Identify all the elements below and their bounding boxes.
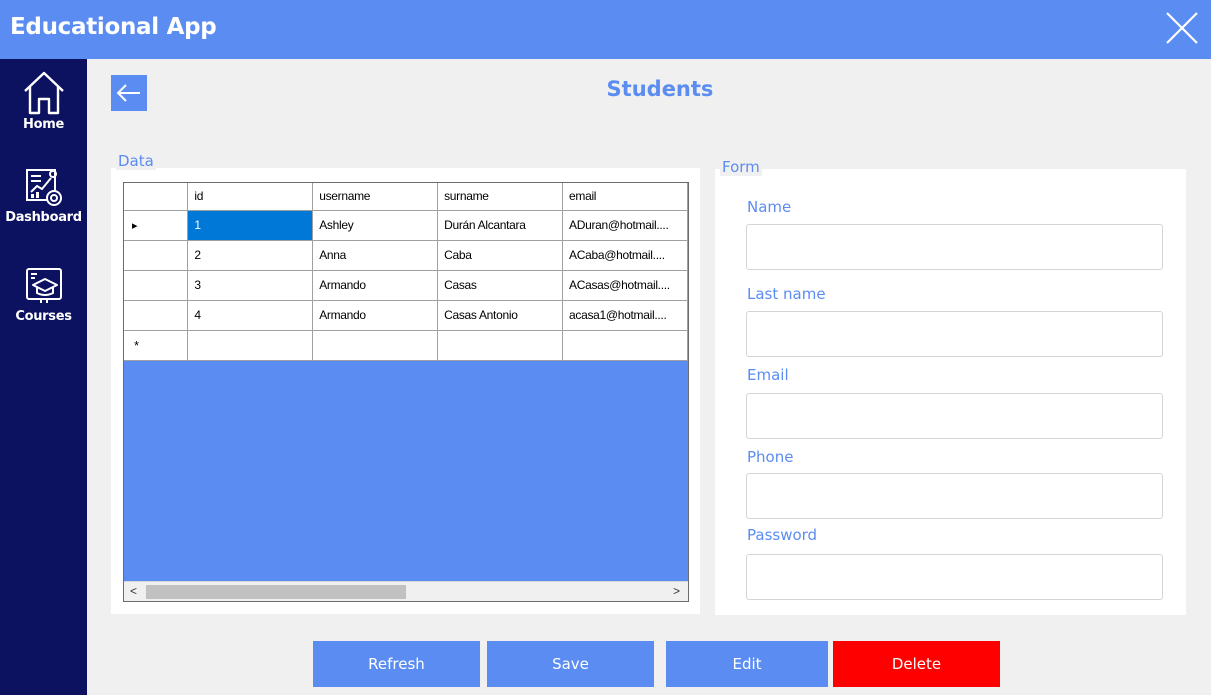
scrollbar-thumb[interactable] xyxy=(146,585,406,599)
close-icon xyxy=(1166,12,1198,44)
password-field[interactable] xyxy=(746,554,1163,600)
table-cell[interactable]: acasa1@hotmail.... xyxy=(562,300,688,331)
home-icon xyxy=(23,71,64,115)
table-cell[interactable]: 2 xyxy=(187,240,314,271)
table-cell[interactable] xyxy=(562,330,688,361)
table-cell[interactable]: Armando xyxy=(312,270,439,301)
table-cell[interactable] xyxy=(312,330,439,361)
table-row[interactable]: 4 Armando Casas Antonio acasa1@hotmail..… xyxy=(124,300,688,331)
password-label: Password xyxy=(747,526,818,544)
table-cell[interactable]: ADuran@hotmail.... xyxy=(562,210,688,241)
row-header-corner xyxy=(124,183,189,211)
app-title: Educational App xyxy=(10,14,217,40)
dashboard-icon xyxy=(25,169,62,206)
table-cell[interactable]: 1 xyxy=(187,210,314,241)
students-grid[interactable]: id username surname email ▸ 1 Ashley Dur… xyxy=(123,182,689,602)
column-header-username[interactable]: username xyxy=(312,183,439,211)
new-row[interactable]: * xyxy=(124,330,688,361)
table-cell[interactable]: Casas xyxy=(437,270,563,301)
save-button[interactable]: Save xyxy=(487,641,654,687)
row-header[interactable]: * xyxy=(124,330,189,361)
name-label: Name xyxy=(747,198,792,216)
column-header-surname[interactable]: surname xyxy=(437,183,563,211)
form-panel-legend: Form xyxy=(720,158,762,176)
table-cell[interactable] xyxy=(437,330,563,361)
sidebar-item-courses[interactable]: Courses xyxy=(0,263,87,324)
delete-button[interactable]: Delete xyxy=(833,641,1000,687)
sidebar-item-label: Courses xyxy=(15,309,72,324)
close-button[interactable] xyxy=(1162,8,1202,48)
table-cell[interactable]: Armando xyxy=(312,300,439,331)
scroll-right-icon[interactable]: > xyxy=(673,584,680,598)
table-row[interactable]: 2 Anna Caba ACaba@hotmail.... xyxy=(124,240,688,271)
title-bar: Educational App xyxy=(0,0,1211,59)
phone-label: Phone xyxy=(747,448,794,466)
data-panel-legend: Data xyxy=(116,152,156,170)
page-title: Students xyxy=(606,77,714,101)
current-row-icon: ▸ xyxy=(132,220,138,232)
table-cell[interactable]: 4 xyxy=(187,300,314,331)
table-cell[interactable]: Casas Antonio xyxy=(437,300,563,331)
phone-field[interactable] xyxy=(746,473,1163,519)
table-cell[interactable]: Anna xyxy=(312,240,439,271)
graduation-cap-icon xyxy=(25,268,62,303)
row-header[interactable] xyxy=(124,240,189,271)
refresh-button[interactable]: Refresh xyxy=(313,641,480,687)
table-row[interactable]: 3 Armando Casas ACasas@hotmail.... xyxy=(124,270,688,301)
table-cell[interactable]: 3 xyxy=(187,270,314,301)
sidebar-item-dashboard[interactable]: Dashboard xyxy=(0,164,87,225)
row-header[interactable] xyxy=(124,300,189,331)
table-cell[interactable]: ACasas@hotmail.... xyxy=(562,270,688,301)
column-header-id[interactable]: id xyxy=(187,183,314,211)
last-name-label: Last name xyxy=(747,285,826,303)
email-label: Email xyxy=(747,366,789,384)
scroll-left-icon[interactable]: < xyxy=(130,584,137,598)
sidebar-item-label: Dashboard xyxy=(5,210,82,225)
row-header[interactable]: ▸ xyxy=(124,210,189,241)
row-header[interactable] xyxy=(124,270,189,301)
table-cell[interactable] xyxy=(187,330,314,361)
sidebar-item-home[interactable]: Home xyxy=(0,69,87,132)
name-field[interactable] xyxy=(746,224,1163,270)
back-button[interactable] xyxy=(111,75,147,111)
edit-button[interactable]: Edit xyxy=(666,641,828,687)
new-row-icon: * xyxy=(134,337,139,353)
grid-header-row: id username surname email xyxy=(124,183,688,211)
table-row[interactable]: ▸ 1 Ashley Durán Alcantara ADuran@hotmai… xyxy=(124,210,688,241)
last-name-field[interactable] xyxy=(746,311,1163,357)
arrow-left-icon xyxy=(116,84,140,102)
table-cell[interactable]: Durán Alcantara xyxy=(437,210,563,241)
email-field[interactable] xyxy=(746,393,1163,439)
sidebar-item-label: Home xyxy=(23,117,64,132)
table-cell[interactable]: ACaba@hotmail.... xyxy=(562,240,688,271)
table-cell[interactable]: Caba xyxy=(437,240,563,271)
table-cell[interactable]: Ashley xyxy=(312,210,439,241)
column-header-email[interactable]: email xyxy=(562,183,688,211)
horizontal-scrollbar[interactable]: < > xyxy=(124,581,688,601)
sidebar: Home Dashboard Courses xyxy=(0,59,87,695)
